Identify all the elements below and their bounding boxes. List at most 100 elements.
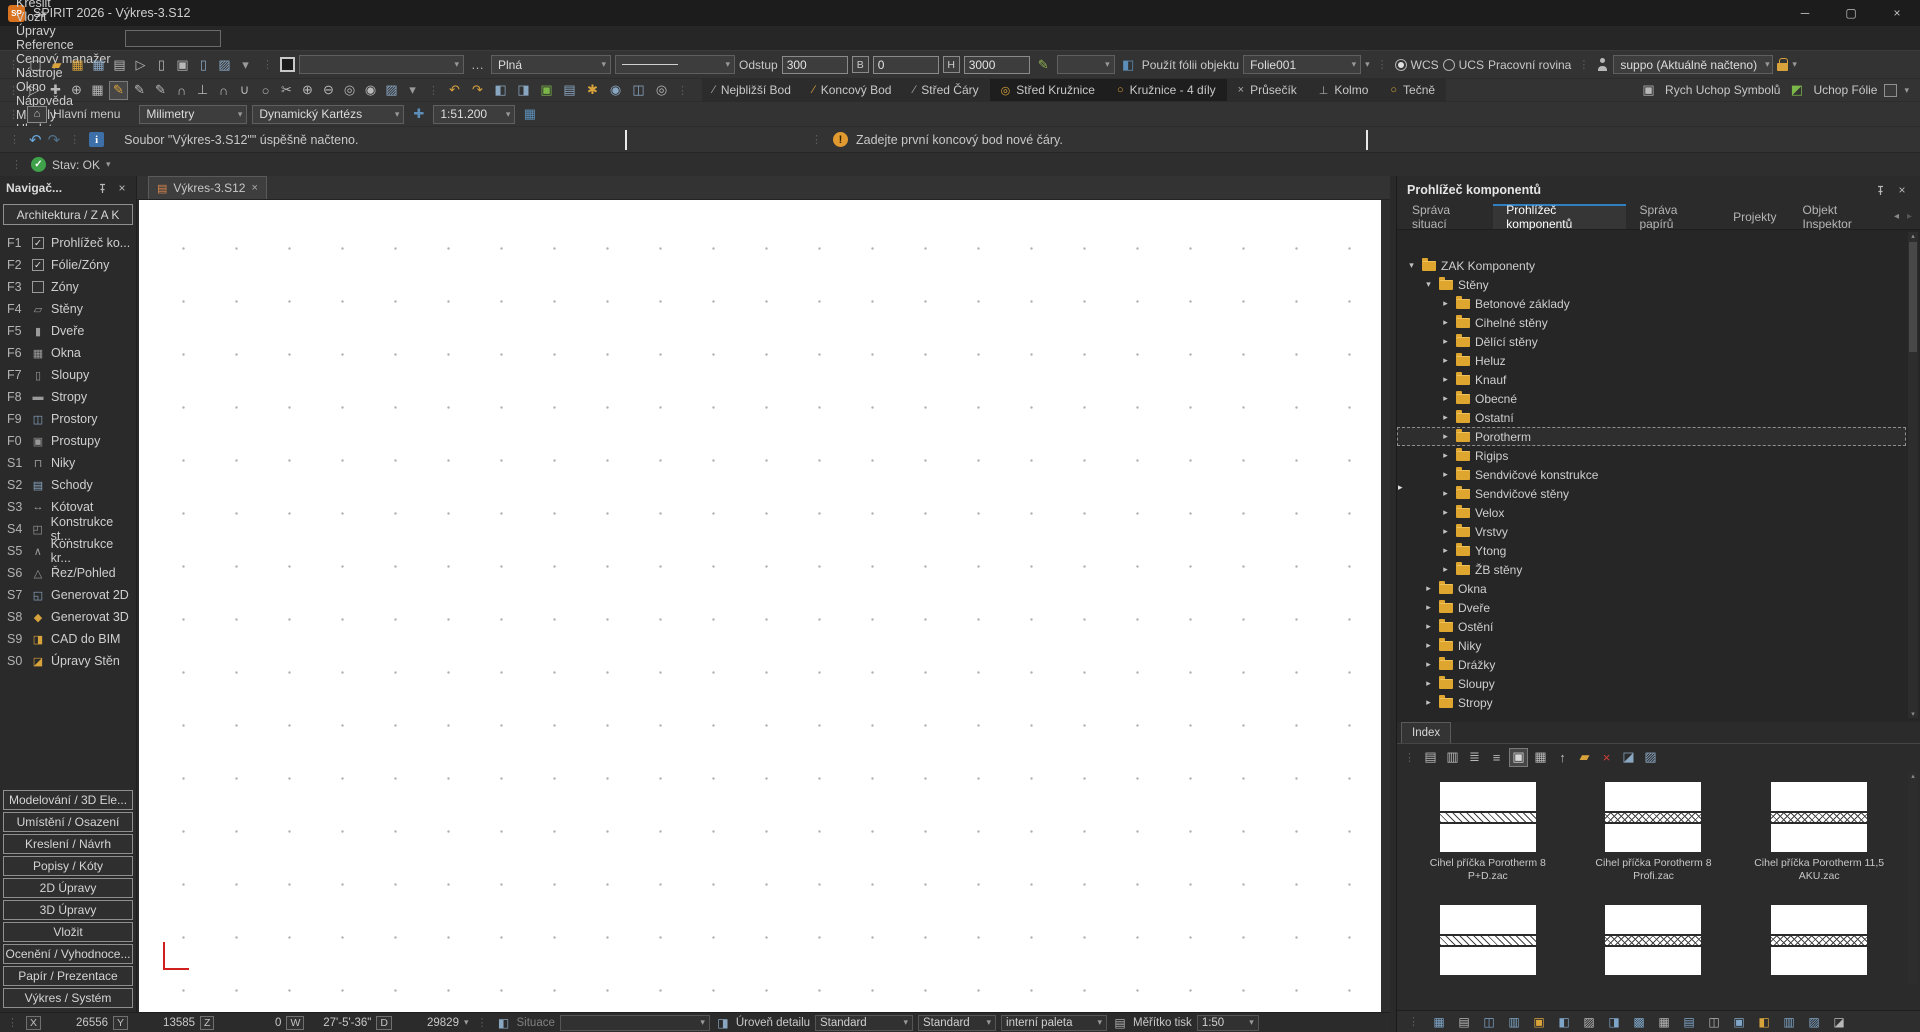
sidebar-item[interactable]: F2 Fólie/Zóny — [0, 254, 136, 276]
chevron-icon[interactable]: ▸ — [1440, 469, 1451, 480]
chevron-icon[interactable]: ▸ — [1440, 564, 1451, 575]
b-button[interactable]: B — [852, 56, 869, 73]
palette-combo[interactable]: interní paleta▾ — [1001, 1015, 1107, 1031]
drawing-canvas[interactable] — [139, 200, 1381, 1012]
move-icon[interactable]: ✚ — [46, 81, 65, 100]
image-tool-icon[interactable]: ▨ — [1806, 1014, 1822, 1030]
display-settings-icon[interactable]: ▦ — [520, 105, 539, 124]
menu-item[interactable]: Reference — [6, 38, 121, 52]
pin-icon[interactable] — [94, 180, 110, 196]
chevron-icon[interactable]: ▸ — [1423, 602, 1434, 613]
wall-edit-icon[interactable]: S0 ◪ Úpravy Stěn — [0, 650, 136, 672]
main-menu-button[interactable]: ⌂ Hlavní menu — [27, 106, 120, 123]
color-swatch[interactable] — [280, 57, 295, 72]
line-type-combo[interactable]: Plná▾ — [491, 55, 611, 74]
tree-item[interactable]: ▸ Porotherm — [1397, 427, 1906, 446]
tree-item[interactable]: ▸ Sloupy — [1397, 674, 1906, 693]
chevron-icon[interactable]: ▸ — [1440, 374, 1451, 385]
list-tool-icon[interactable]: ▥ — [1781, 1014, 1797, 1030]
sidebar-category-button[interactable]: Vložit — [3, 922, 133, 942]
chevron-icon[interactable]: ▸ — [1440, 393, 1451, 404]
column-icon[interactable]: F7 ▯ Sloupy — [0, 364, 136, 386]
tree-item[interactable]: ▸ Dělící stěny — [1397, 332, 1906, 351]
more-caret-icon[interactable]: ▾ — [403, 81, 422, 100]
tripod-icon[interactable]: ✚ — [409, 105, 428, 124]
sidebar-category-button[interactable]: 3D Úpravy — [3, 900, 133, 920]
slab-icon[interactable]: F8 ▬ Stropy — [0, 386, 136, 408]
zoom-in-icon[interactable]: ⊕ — [298, 81, 317, 100]
tree-item[interactable]: ▸ Stropy — [1397, 693, 1906, 712]
chevron-icon[interactable]: ▸ — [1440, 450, 1451, 461]
style-combo[interactable]: ▾ — [299, 55, 464, 74]
close-panel-icon[interactable]: × — [114, 180, 130, 196]
sheet-tool-icon[interactable]: ▤ — [1681, 1014, 1697, 1030]
snap-toggle[interactable]: ∕ Koncový Bod — [802, 79, 903, 101]
orbit-left-icon[interactable]: ↶ — [445, 81, 464, 100]
half-view-icon[interactable]: ◧ — [1556, 1014, 1572, 1030]
niche-icon[interactable]: S1 ⊓ Niky — [0, 452, 136, 474]
tree-item[interactable]: ▸ Okna — [1397, 579, 1906, 598]
monitor-icon[interactable]: ◫ — [629, 81, 648, 100]
door-icon[interactable]: F5 ▮ Dveře — [0, 320, 136, 342]
chevron-icon[interactable]: ▸ — [1423, 678, 1434, 689]
detail-level-combo[interactable]: Standard▾ — [815, 1015, 913, 1031]
open-folder-icon[interactable]: ▰ — [47, 55, 66, 74]
menu-item[interactable]: Kreslit — [6, 0, 121, 10]
panel-tab[interactable]: Prohlížeč komponentů — [1493, 204, 1626, 229]
arc-icon[interactable]: ∩ — [214, 81, 233, 100]
new-folder-icon[interactable]: ▰ — [1575, 748, 1594, 767]
component-file-icon[interactable]: ▨ — [1641, 748, 1660, 767]
save-icon[interactable]: ▦ — [89, 55, 108, 74]
hatch-combo[interactable]: ▾ — [1057, 55, 1115, 74]
block-tool-icon[interactable]: ▣ — [1731, 1014, 1747, 1030]
node-snap-icon[interactable]: ⊕ — [67, 81, 86, 100]
sidebar-category-button[interactable]: Umístění / Osazení — [3, 812, 133, 832]
h-input[interactable] — [964, 56, 1030, 74]
render-icon[interactable]: ▣ — [537, 81, 556, 100]
tree-item[interactable]: ▸ Obecné — [1397, 389, 1906, 408]
chevron-icon[interactable]: ▸ — [1440, 336, 1451, 347]
component-thumbnail[interactable] — [1736, 893, 1902, 986]
checkbox-icon[interactable] — [32, 259, 44, 271]
tree-item[interactable]: ▸ Ostění — [1397, 617, 1906, 636]
snap-checkbox[interactable] — [1884, 84, 1897, 97]
new-drawing-icon[interactable]: ▢ — [26, 55, 45, 74]
thumbnail-scrollbar[interactable]: ▴ — [1908, 772, 1918, 984]
chevron-icon[interactable]: ▸ — [1440, 317, 1451, 328]
profile-combo[interactable]: suppo (Aktuálně načteno)▾ — [1613, 55, 1773, 74]
spline-icon[interactable]: ∩ — [172, 81, 191, 100]
minimize-button[interactable]: ─ — [1782, 0, 1828, 26]
icons-text-view-icon[interactable]: ▥ — [1443, 748, 1462, 767]
small-icons-view-icon[interactable]: ▤ — [1421, 748, 1440, 767]
print-icon[interactable]: ▤ — [110, 55, 129, 74]
copy-icon[interactable]: ▣ — [173, 55, 192, 74]
openings-icon[interactable]: F0 ▣ Prostupy — [0, 430, 136, 452]
roof-icon[interactable]: S5 ∧ Konstrukce kr... — [0, 540, 136, 562]
hatch-pen-icon[interactable]: ✎ — [1034, 55, 1053, 74]
odstup-input[interactable] — [782, 56, 848, 74]
eye-icon[interactable]: ◉ — [361, 81, 380, 100]
window-tool-icon[interactable]: ◫ — [1706, 1014, 1722, 1030]
trim-icon[interactable]: ✂ — [277, 81, 296, 100]
chevron-icon[interactable]: ▸ — [1423, 659, 1434, 670]
maximize-button[interactable]: ▢ — [1828, 0, 1874, 26]
chevron-icon[interactable]: ▸ — [1440, 355, 1451, 366]
tree-item[interactable]: ▸ Knauf — [1397, 370, 1906, 389]
checkbox-icon[interactable] — [32, 237, 44, 249]
display-tool-icon[interactable]: ◫ — [1481, 1014, 1497, 1030]
details-view-icon[interactable]: ≡ — [1487, 748, 1506, 767]
thumbnail-view-icon[interactable]: ▣ — [1509, 748, 1528, 767]
quick-snap-symbols-icon[interactable]: ▣ — [1639, 81, 1658, 100]
line-style-combo[interactable]: ▾ — [615, 55, 735, 74]
sidebar-category-button[interactable]: Modelování / 3D Ele... — [3, 790, 133, 810]
perpendicular-icon[interactable]: ⊥ — [193, 81, 212, 100]
delete-icon[interactable]: × — [1597, 748, 1616, 767]
left-half-icon[interactable]: ◧ — [1756, 1014, 1772, 1030]
panel-tab[interactable]: Správa papírů — [1626, 204, 1720, 229]
tab-scroll-right-icon[interactable]: ▸ — [1907, 211, 1912, 222]
purge-doc-icon[interactable]: ▯ — [152, 55, 171, 74]
panel-tab[interactable]: Objekt Inspektor — [1789, 204, 1893, 229]
layer-snap-label[interactable]: Uchop Fólie — [1813, 83, 1877, 97]
grid-view-icon[interactable]: ▦ — [1531, 748, 1550, 767]
list-view-icon[interactable]: ≣ — [1465, 748, 1484, 767]
